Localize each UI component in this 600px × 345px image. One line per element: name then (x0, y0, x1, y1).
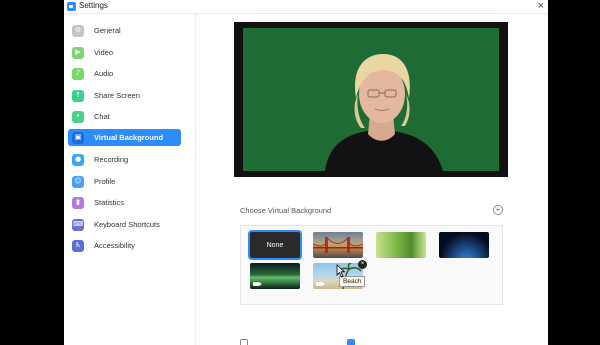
share-screen-icon: ↑ (72, 89, 84, 102)
camera-feed (243, 28, 499, 171)
sidebar-item-label: Audio (94, 69, 114, 78)
sidebar-item-profile[interactable]: ☺ Profile (68, 173, 181, 190)
mouse-cursor-icon (336, 264, 346, 278)
accessibility-icon: ♿ (72, 239, 84, 252)
close-button[interactable]: × (538, 0, 544, 13)
recording-icon: ● (72, 153, 84, 166)
sidebar-item-statistics[interactable]: ▮ Statistics (68, 194, 181, 211)
sidebar-item-label: Statistics (94, 198, 125, 207)
settings-window: Settings × ⚙ General ▶ Video ♪ Audio ↑ S… (64, 0, 548, 345)
title-bar: Settings × (64, 0, 548, 14)
profile-icon: ☺ (72, 175, 84, 188)
headphones-icon: ♪ (72, 67, 84, 80)
sidebar-item-general[interactable]: ⚙ General (68, 22, 181, 39)
video-badge-icon (316, 282, 325, 286)
background-golden-gate-bridge[interactable] (313, 232, 363, 258)
add-background-button[interactable]: + (493, 205, 503, 215)
sidebar-item-recording[interactable]: ● Recording (68, 151, 181, 168)
sidebar-item-label: Accessibility (94, 241, 135, 250)
background-options-row (240, 339, 503, 345)
chat-icon: • (72, 110, 84, 123)
virtual-background-panel: Choose Virtual Background + None × Beach (197, 14, 548, 345)
sidebar-item-label: Keyboard Shortcuts (94, 220, 160, 229)
window-title: Settings (79, 1, 108, 10)
gear-icon: ⚙ (72, 24, 84, 37)
sidebar-item-video[interactable]: ▶ Video (68, 44, 181, 61)
background-aurora[interactable] (250, 263, 300, 289)
background-grass[interactable] (376, 232, 426, 258)
person-silhouette (325, 54, 443, 171)
video-preview (234, 22, 508, 177)
virtual-background-icon: ▣ (72, 131, 84, 144)
bridge-illustration (313, 236, 363, 253)
mirror-video-checkbox[interactable] (347, 339, 355, 345)
background-gallery: None × Beach (240, 225, 503, 305)
sidebar-item-label: Video (94, 48, 114, 57)
choose-background-label: Choose Virtual Background (240, 206, 332, 215)
green-screen-checkbox[interactable] (240, 339, 248, 345)
sidebar-item-label: Profile (94, 177, 116, 186)
sidebar-item-label: Recording (94, 155, 129, 164)
sidebar-item-label: Virtual Background (94, 133, 164, 142)
sidebar-item-keyboard-shortcuts[interactable]: ⌨ Keyboard Shortcuts (68, 216, 181, 233)
settings-sidebar: ⚙ General ▶ Video ♪ Audio ↑ Share Screen… (64, 14, 196, 345)
sidebar-item-audio[interactable]: ♪ Audio (68, 65, 181, 82)
sidebar-item-chat[interactable]: • Chat (68, 108, 181, 125)
sidebar-item-virtual-background[interactable]: ▣ Virtual Background (68, 129, 181, 146)
video-badge-icon (253, 282, 262, 286)
sidebar-item-label: General (94, 26, 121, 35)
statistics-icon: ▮ (72, 196, 84, 209)
video-camera-icon: ▶ (72, 46, 84, 59)
sidebar-item-share-screen[interactable]: ↑ Share Screen (68, 87, 181, 104)
background-none[interactable]: None (250, 232, 300, 258)
sidebar-item-label: Chat (94, 112, 110, 121)
sidebar-item-label: Share Screen (94, 91, 140, 100)
keyboard-icon: ⌨ (72, 218, 84, 231)
remove-background-button[interactable]: × (358, 260, 367, 269)
background-none-label: None (266, 241, 284, 249)
sidebar-item-accessibility[interactable]: ♿ Accessibility (68, 237, 181, 254)
background-earth[interactable] (439, 232, 489, 258)
zoom-camera-icon (67, 2, 76, 11)
